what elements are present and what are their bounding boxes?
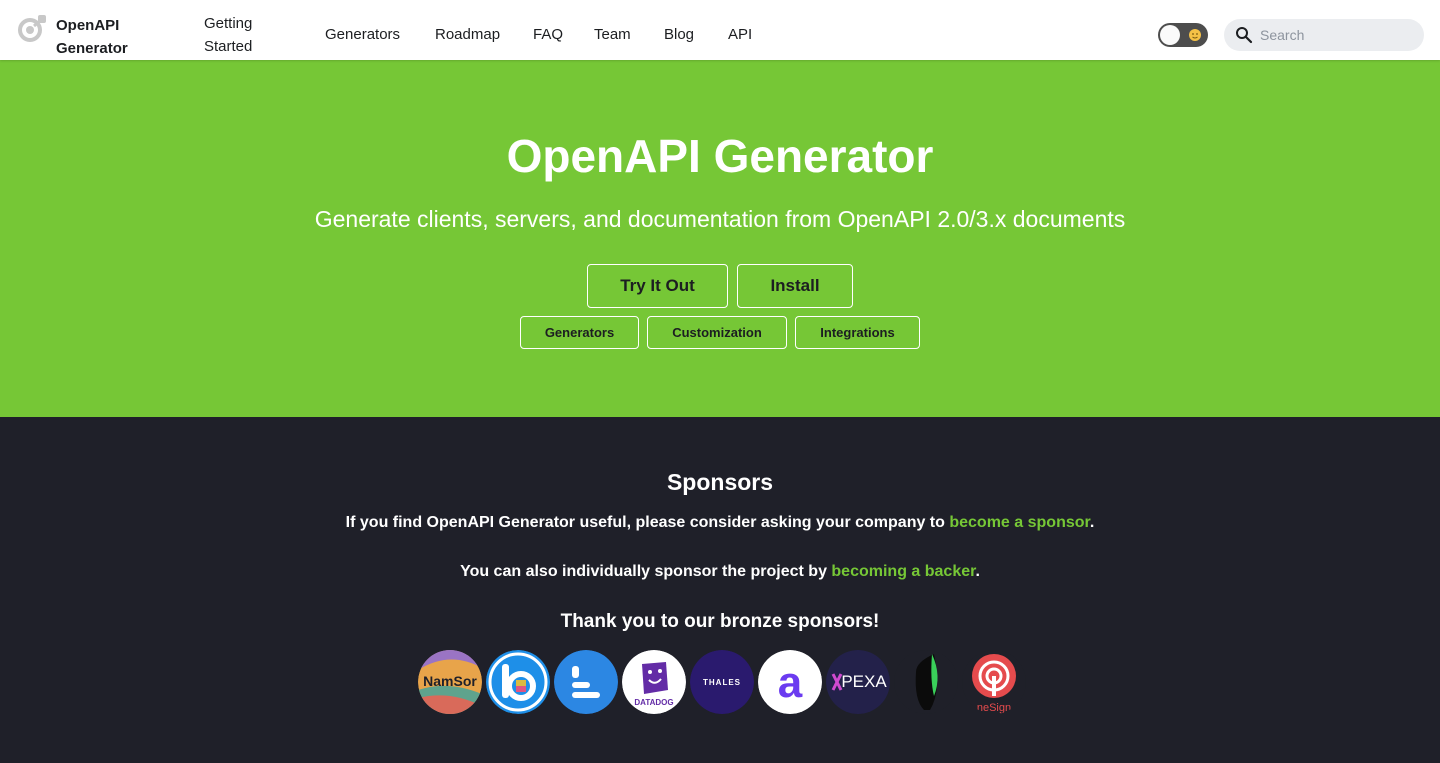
datadog-logo-icon: DATADOG <box>622 650 686 714</box>
pexa-logo-icon: PEXA <box>826 650 890 714</box>
top-navbar: OpenAPI Generator Getting Started Genera… <box>0 0 1440 60</box>
onesignal-label: neSign <box>977 702 1011 714</box>
leaf-logo-icon <box>894 650 958 714</box>
sponsor-logo-namsor[interactable]: NamSor <box>418 650 482 714</box>
customization-button[interactable]: Customization <box>647 316 787 349</box>
sponsor-logo-datadog[interactable]: DATADOG <box>622 650 686 714</box>
namsor-logo-icon: NamSor <box>418 650 482 714</box>
brand-title: OpenAPI Generator <box>56 17 128 57</box>
becoming-backer-link[interactable]: becoming a backer <box>831 563 975 580</box>
search-box[interactable] <box>1224 19 1424 51</box>
try-it-out-button[interactable]: Try It Out <box>587 264 728 308</box>
brand-link[interactable]: OpenAPI Generator <box>16 12 128 57</box>
openapi-logo-icon <box>18 15 46 42</box>
onesignal-logo-icon: neSign <box>962 650 1026 714</box>
integrations-button[interactable]: Integrations <box>795 316 920 349</box>
install-button[interactable]: Install <box>737 264 853 308</box>
nav-link-team[interactable]: Team <box>594 23 631 46</box>
nav-link-generators[interactable]: Generators <box>325 23 400 46</box>
pexa-label: PEXA <box>841 672 887 691</box>
sponsor-logo-leaf[interactable] <box>894 650 958 714</box>
lambdatest-logo-icon <box>486 650 550 714</box>
dark-mode-toggle[interactable] <box>1158 23 1208 47</box>
sponsor-logo-onesignal[interactable]: neSign <box>962 650 1026 714</box>
sponsor-logo-thales[interactable]: THALES <box>690 650 754 714</box>
sponsor-line-1: If you find OpenAPI Generator useful, pl… <box>0 512 1440 534</box>
nav-link-getting-started[interactable]: Getting Started <box>204 12 274 58</box>
namsor-label: NamSor <box>423 673 477 689</box>
toggle-knob <box>1160 25 1180 45</box>
blue-bars-logo-icon <box>554 650 618 714</box>
hero-section: OpenAPI Generator Generate clients, serv… <box>0 60 1440 417</box>
hero-subtitle: Generate clients, servers, and documenta… <box>314 206 1126 232</box>
sponsor-logo-blue-bars[interactable] <box>554 650 618 714</box>
datadog-label: DATADOG <box>634 698 673 707</box>
search-icon <box>1236 27 1253 44</box>
bronze-sponsors-heading: Thank you to our bronze sponsors! <box>560 611 880 632</box>
become-sponsor-link[interactable]: become a sponsor <box>949 514 1090 531</box>
generators-button[interactable]: Generators <box>520 316 639 349</box>
sponsor-logo-apideck[interactable]: a <box>758 650 822 714</box>
sun-icon <box>1189 29 1201 41</box>
nav-link-faq[interactable]: FAQ <box>533 23 563 46</box>
nav-link-roadmap[interactable]: Roadmap <box>435 23 500 46</box>
sponsors-title: Sponsors <box>666 469 774 495</box>
apideck-label: a <box>778 658 803 707</box>
sponsor-line-2-text: You can also individually sponsor the pr… <box>460 563 832 580</box>
sponsor-line-1-end: . <box>1089 514 1095 531</box>
sponsor-line-2: You can also individually sponsor the pr… <box>0 561 1440 583</box>
sponsor-logo-lambdatest[interactable] <box>486 650 550 714</box>
sponsors-section: Sponsors If you find OpenAPI Generator u… <box>0 417 1440 763</box>
sponsor-line-2-end: . <box>975 563 980 580</box>
sponsor-logo-pexa[interactable]: PEXA <box>826 650 890 714</box>
search-input[interactable] <box>1260 19 1415 51</box>
nav-link-blog[interactable]: Blog <box>664 23 694 46</box>
apideck-logo-icon: a <box>758 650 822 714</box>
thales-logo-icon: THALES <box>690 650 754 714</box>
sponsor-line-1-text: If you find OpenAPI Generator useful, pl… <box>345 514 950 531</box>
thales-label: THALES <box>703 678 741 687</box>
nav-link-api[interactable]: API <box>728 23 752 46</box>
hero-title: OpenAPI Generator <box>506 130 934 182</box>
